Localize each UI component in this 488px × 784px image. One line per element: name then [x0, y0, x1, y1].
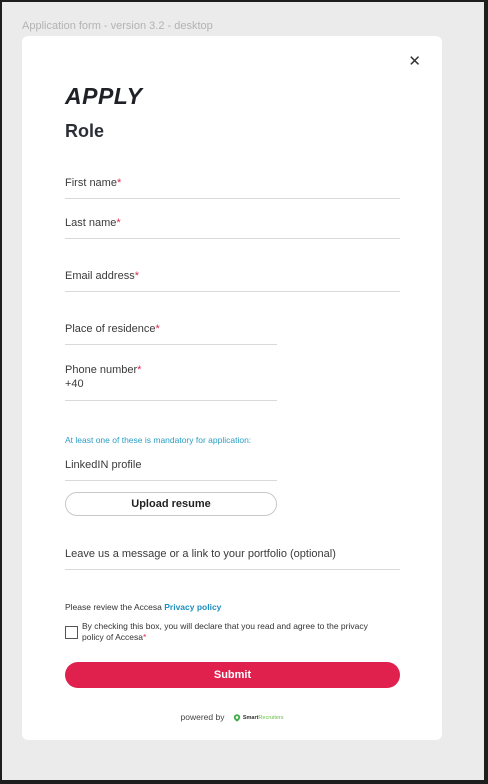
email-label: Email address* — [65, 270, 139, 282]
first-name-label: First name* — [65, 177, 122, 189]
residence-field[interactable]: Place of residence* — [65, 323, 277, 345]
design-canvas: Application form - version 3.2 - desktop… — [2, 2, 484, 780]
upload-resume-button[interactable]: Upload resume — [65, 492, 277, 516]
frame-label: Application form - version 3.2 - desktop — [22, 20, 213, 32]
application-form-card: ✕ APPLY Role First name* Last name* Emai… — [22, 36, 442, 740]
consent-text: By checking this box, you will declare t… — [82, 621, 368, 642]
consent-checkbox[interactable] — [65, 626, 78, 639]
mandatory-note: At least one of these is mandatory for a… — [65, 435, 252, 445]
message-label: Leave us a message or a link to your por… — [65, 548, 336, 560]
smartrecruiters-logo: SmartRecruiters — [233, 714, 283, 722]
apply-heading: APPLY — [65, 83, 143, 109]
phone-field[interactable]: Phone number* +40 — [65, 364, 277, 401]
privacy-review-text: Please review the Accesa Privacy policy — [65, 602, 222, 612]
close-icon[interactable]: ✕ — [408, 54, 421, 69]
linkedin-field[interactable]: LinkedIN profile — [65, 459, 277, 481]
submit-button[interactable]: Submit — [65, 662, 400, 688]
message-field[interactable]: Leave us a message or a link to your por… — [65, 548, 400, 570]
first-name-field[interactable]: First name* — [65, 177, 400, 199]
powered-by: powered by SmartRecruiters — [22, 712, 442, 722]
powered-by-label: powered by — [180, 712, 225, 722]
linkedin-label: LinkedIN profile — [65, 459, 142, 471]
phone-country-code: +40 — [65, 378, 84, 390]
role-title: Role — [65, 121, 105, 141]
last-name-label: Last name* — [65, 217, 121, 229]
residence-label: Place of residence* — [65, 323, 160, 335]
phone-label: Phone number* — [65, 364, 142, 376]
email-field[interactable]: Email address* — [65, 270, 400, 292]
privacy-policy-link[interactable]: Privacy policy — [164, 602, 221, 612]
smartrecruiters-pin-icon — [233, 714, 241, 722]
last-name-field[interactable]: Last name* — [65, 217, 400, 239]
